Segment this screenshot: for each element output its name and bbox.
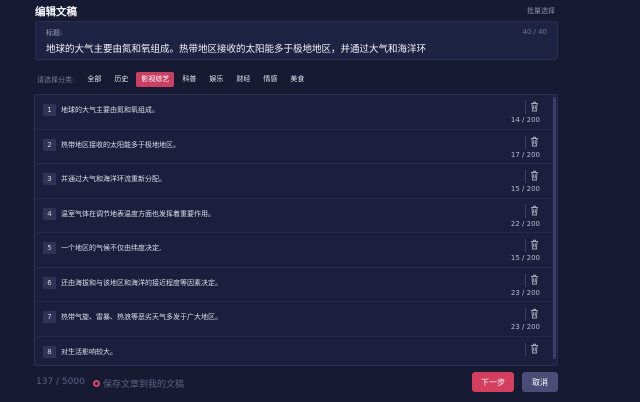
- row-index: 7: [43, 311, 56, 323]
- sentence-row: 4 温室气体在调节地表温度方面也发挥着重要作用。 22 / 200: [35, 199, 554, 233]
- row-divider: [525, 308, 526, 321]
- sentence-char-count: 23 / 200: [510, 288, 540, 297]
- total-char-count: 137 / 5000: [36, 377, 85, 387]
- radio-icon[interactable]: [93, 380, 100, 387]
- scrollbar[interactable]: [552, 95, 557, 365]
- row-divider: [525, 239, 526, 252]
- trash-icon[interactable]: [530, 136, 539, 147]
- category-tab-food[interactable]: 美食: [285, 72, 309, 87]
- sentence-text[interactable]: 对生活影响较大。: [61, 347, 117, 357]
- sentence-row: 5 一个地区的气候不仅由纬度决定, 15 / 200: [35, 233, 554, 268]
- trash-icon[interactable]: [530, 239, 539, 250]
- sentence-row: 6 还由海拔和与该地区和海洋的接近程度等因素决定。 23 / 200: [35, 268, 554, 302]
- next-button[interactable]: 下一步: [472, 372, 514, 392]
- sentence-char-count: 17 / 200: [510, 150, 540, 159]
- row-index: 2: [43, 138, 56, 151]
- sentence-char-count: 23 / 200: [510, 323, 540, 331]
- sentence-text[interactable]: 热带地区接收的太阳能多于极地地区。: [61, 140, 180, 150]
- row-index: 3: [43, 173, 56, 185]
- trash-icon[interactable]: [530, 308, 539, 319]
- category-tab-science[interactable]: 科普: [177, 72, 201, 87]
- sentence-char-count: 15 / 200: [510, 185, 540, 193]
- category-prompt: 请选择分类:: [37, 75, 75, 84]
- trash-icon[interactable]: [530, 170, 539, 181]
- sentence-char-count: 14 / 200: [510, 116, 540, 124]
- scrollbar-thumb[interactable]: [553, 97, 556, 359]
- row-divider: [525, 204, 526, 218]
- row-index: 1: [43, 104, 56, 116]
- sentence-text[interactable]: 一个地区的气候不仅由纬度决定,: [61, 243, 161, 253]
- category-selector: 请选择分类: 全部 历史 影视综艺 科普 娱乐 财经 情感 美食: [37, 72, 312, 87]
- sentence-text[interactable]: 并通过大气和海洋环流重新分配。: [61, 174, 166, 184]
- sentence-row: 2 热带地区接收的太阳能多于极地地区。 17 / 200: [35, 130, 554, 164]
- row-divider: [525, 101, 526, 114]
- category-tab-emotion[interactable]: 情感: [258, 72, 282, 87]
- category-tab-film-variety[interactable]: 影视综艺: [136, 72, 175, 87]
- category-tab-history[interactable]: 历史: [109, 72, 133, 87]
- sentence-char-count: 15 / 200: [510, 254, 540, 262]
- sentence-text[interactable]: 温室气体在调节地表温度方面也发挥着重要作用。: [61, 209, 215, 219]
- category-tab-finance[interactable]: 财经: [231, 72, 255, 87]
- row-divider: [525, 273, 526, 287]
- row-index: 6: [43, 276, 56, 289]
- sentence-char-count: 22 / 200: [510, 219, 540, 228]
- row-index: 4: [43, 207, 56, 220]
- sentence-text[interactable]: 地球的大气主要由氮和氧组成。: [61, 105, 159, 115]
- title-label: 标题:: [46, 29, 63, 37]
- title-char-count: 40 / 40: [522, 28, 547, 36]
- row-index: 8: [43, 345, 56, 358]
- page-title: 编辑文稿: [35, 6, 77, 18]
- sentence-row: 3 并通过大气和海洋环流重新分配。 15 / 200: [35, 164, 554, 199]
- row-index: 5: [43, 242, 56, 254]
- row-divider: [525, 135, 526, 149]
- title-input[interactable]: 地球的大气主要由氮和氧组成。热带地区接收的太阳能多于极地地区，并通过大气和海洋环: [46, 41, 426, 55]
- batch-select-link[interactable]: 批量选择: [527, 6, 555, 16]
- row-divider: [525, 342, 526, 356]
- sentence-text[interactable]: 热带气旋、雷暴、热浪等恶劣天气多发于广大地区。: [61, 312, 222, 322]
- sentence-row: 7 热带气旋、雷暴、热浪等恶劣天气多发于广大地区。 23 / 200: [35, 302, 554, 337]
- cancel-button[interactable]: 取消: [522, 372, 558, 392]
- trash-icon[interactable]: [530, 205, 539, 216]
- save-to-drafts-label: 保存文章到我的文稿: [103, 380, 185, 390]
- trash-icon[interactable]: [530, 101, 539, 112]
- title-card[interactable]: 标题: 40 / 40 地球的大气主要由氮和氧组成。热带地区接收的太阳能多于极地…: [35, 21, 558, 60]
- category-tab-entertainment[interactable]: 娱乐: [204, 72, 228, 87]
- row-divider: [525, 170, 526, 183]
- save-to-drafts-toggle[interactable]: 保存文章到我的文稿: [93, 377, 184, 390]
- sentence-text[interactable]: 还由海拔和与该地区和海洋的接近程度等因素决定。: [61, 278, 222, 288]
- sentence-row: 1 地球的大气主要由氮和氧组成。 14 / 200: [35, 95, 554, 130]
- sentence-row: 8 对生活影响较大。: [35, 337, 554, 366]
- header: 编辑文稿 批量选择: [35, 4, 555, 22]
- trash-icon[interactable]: [530, 343, 539, 354]
- category-tab-all[interactable]: 全部: [82, 72, 106, 87]
- sentence-list: 1 地球的大气主要由氮和氧组成。 14 / 200 2 热带地区接收的太阳能多于…: [34, 94, 558, 366]
- trash-icon[interactable]: [530, 274, 539, 285]
